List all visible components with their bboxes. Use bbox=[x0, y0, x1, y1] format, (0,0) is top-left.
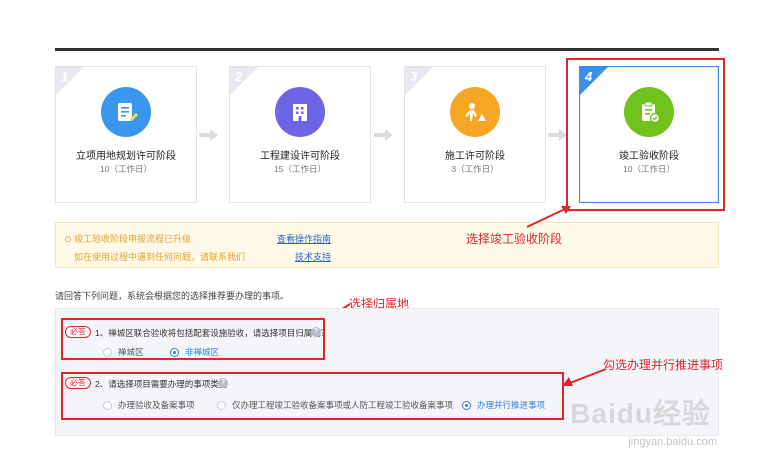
stage-days: 15（工作日） bbox=[274, 164, 326, 174]
highlight-box-stage bbox=[566, 58, 725, 211]
stage-card-1[interactable]: 1 立项用地规划许可阶段 10（工作日） bbox=[55, 66, 197, 203]
stage-number: 1 bbox=[61, 69, 69, 84]
stage-card-2[interactable]: 2 工程建设许可阶段 15（工作日） bbox=[229, 66, 371, 203]
annotation-stage: 选择竣工验收阶段 bbox=[466, 232, 563, 246]
building-icon bbox=[275, 87, 325, 137]
arrow-right-icon bbox=[374, 129, 393, 141]
annotation-arrow-icon bbox=[562, 368, 607, 386]
notice-line-1: ⊙ 竣工验收阶段申报流程已升级 bbox=[64, 234, 192, 244]
notice-line-2: 如在使用过程中遇到任何问题，请联系我们 bbox=[74, 252, 246, 262]
annotation-parallel: 勾选办理并行推进事项 bbox=[603, 358, 724, 372]
construction-worker-icon bbox=[450, 87, 500, 137]
stage-card-3[interactable]: 3 施工许可阶段 3（工作日） bbox=[404, 66, 546, 203]
notice-banner: ⊙ 竣工验收阶段申报流程已升级 如在使用过程中遇到任何问题，请联系我们 查看操作… bbox=[55, 222, 719, 268]
watermark-logo: Baidu经验 bbox=[570, 398, 711, 429]
stage-title: 工程建设许可阶段 bbox=[260, 151, 340, 162]
annotation-arrow-icon bbox=[526, 206, 571, 228]
arrow-right-icon bbox=[199, 129, 218, 141]
document-edit-icon bbox=[101, 87, 151, 137]
stage-number: 2 bbox=[235, 69, 243, 84]
highlight-box-parallel bbox=[61, 372, 564, 420]
guide-link[interactable]: 查看操作指南 bbox=[277, 232, 331, 245]
stage-title: 立项用地规划许可阶段 bbox=[76, 151, 176, 162]
stage-days: 3（工作日） bbox=[451, 164, 499, 174]
intro-text: 请回答下列问题，系统会根据您的选择推荐要办理的事项。 bbox=[55, 291, 290, 301]
top-divider bbox=[55, 48, 719, 51]
arrow-right-icon bbox=[548, 129, 567, 141]
highlight-box-region bbox=[61, 318, 325, 360]
tech-support-link[interactable]: 技术支持 bbox=[295, 250, 331, 263]
stage-days: 10（工作日） bbox=[100, 164, 152, 174]
watermark-url: jingyan.baidu.com bbox=[628, 436, 717, 448]
stage-title: 施工许可阶段 bbox=[445, 151, 505, 162]
stage-number: 3 bbox=[410, 69, 418, 84]
